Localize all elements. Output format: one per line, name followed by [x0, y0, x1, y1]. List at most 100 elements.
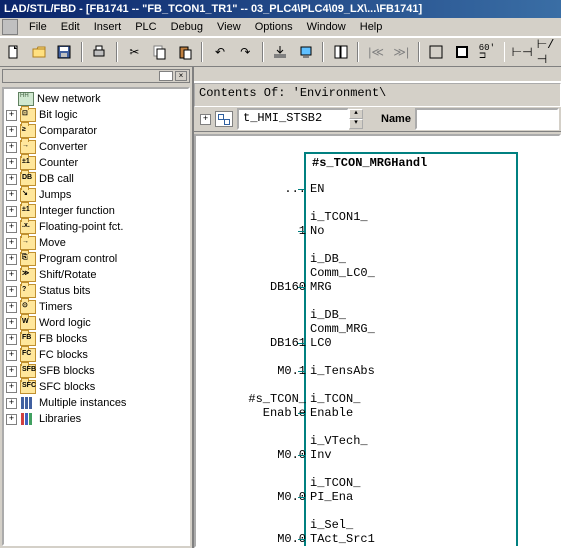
spin-down[interactable]: ▾ [349, 119, 363, 129]
fbd-canvas[interactable]: #s_TCON_MRGHandl ...EN1i_TCON1_NoDB160i_… [194, 134, 561, 548]
address-field[interactable]: t_HMI_STSB2 [237, 108, 349, 130]
tree-item[interactable]: +⊙Timers [4, 299, 188, 315]
menu-window[interactable]: Window [300, 18, 353, 36]
tb-goto-end-button[interactable]: ≫| [390, 40, 413, 64]
tb-open-button[interactable] [27, 40, 50, 64]
address-spinner[interactable]: ▴▾ [349, 109, 363, 129]
menu-insert[interactable]: Insert [87, 18, 129, 36]
contents-path: Contents Of: 'Environment\ [194, 83, 561, 107]
tree-item[interactable]: +Libraries [4, 411, 188, 427]
expand-icon[interactable]: + [6, 366, 17, 377]
expand-icon[interactable]: + [6, 142, 17, 153]
tree-new-network[interactable]: New network [4, 91, 188, 107]
tb-catalog-button[interactable] [329, 40, 352, 64]
tree-item[interactable]: +FCFC blocks [4, 347, 188, 363]
tb-save-button[interactable] [52, 40, 75, 64]
tb-lad-button[interactable] [425, 40, 448, 64]
expand-icon[interactable]: + [6, 382, 17, 393]
tb-monitor-button[interactable]: 60'⊐ [475, 40, 498, 64]
catalog-tree[interactable]: New network +⊡Bit logic+≥Comparator+→Con… [2, 87, 190, 546]
tb-online-button[interactable] [294, 40, 317, 64]
menu-help[interactable]: Help [353, 18, 390, 36]
tree-item[interactable]: +SFCSFC blocks [4, 379, 188, 395]
expand-icon[interactable]: + [6, 158, 17, 169]
expand-icon[interactable]: + [6, 110, 17, 121]
tree-label: Move [39, 237, 66, 249]
tree-label: SFC blocks [39, 381, 95, 393]
tree-item[interactable]: +FBFB blocks [4, 331, 188, 347]
tree-label: Shift/Rotate [39, 269, 96, 281]
tree-item[interactable]: +DBDB call [4, 171, 188, 187]
tree-item[interactable]: +.x.Floating-point fct. [4, 219, 188, 235]
menu-edit[interactable]: Edit [54, 18, 87, 36]
tree-item[interactable]: +?Status bits [4, 283, 188, 299]
tree-item[interactable]: +⊡Bit logic [4, 107, 188, 123]
window-titlebar: LAD/STL/FBD - [FB1741 -- "FB_TCON1_TR1" … [0, 0, 561, 18]
tb-copy-button[interactable] [148, 40, 171, 64]
tb-cut-button[interactable]: ✂ [123, 40, 146, 64]
pin-name: EN [310, 182, 324, 196]
pin-address: #s_TCON_Enable [206, 392, 308, 420]
expand-icon[interactable]: + [6, 126, 17, 137]
tree-item[interactable]: +±1Counter [4, 155, 188, 171]
expand-icon[interactable]: + [6, 238, 17, 249]
tree-item[interactable]: +→Converter [4, 139, 188, 155]
expand-button[interactable]: + [200, 114, 211, 125]
expand-icon[interactable]: + [6, 222, 17, 233]
expand-icon[interactable]: + [6, 254, 17, 265]
fb-block[interactable]: #s_TCON_MRGHandl ...EN1i_TCON1_NoDB160i_… [304, 152, 518, 548]
expand-icon[interactable]: + [6, 318, 17, 329]
struct-icon [215, 111, 233, 127]
panel-close-button[interactable]: × [175, 71, 187, 81]
libraries-icon [21, 413, 36, 425]
menu-debug[interactable]: Debug [164, 18, 210, 36]
tb-stl-button[interactable] [450, 40, 473, 64]
pin-address: ... [206, 182, 308, 196]
menu-options[interactable]: Options [248, 18, 300, 36]
tree-item[interactable]: +→Move [4, 235, 188, 251]
tb-print-button[interactable] [88, 40, 111, 64]
expand-icon[interactable]: + [6, 414, 17, 425]
tb-contact-nc-button[interactable]: ⊢/⊣ [536, 40, 559, 64]
expand-icon[interactable]: + [6, 190, 17, 201]
expand-icon[interactable]: + [6, 206, 17, 217]
expand-icon[interactable]: + [6, 286, 17, 297]
tree-item[interactable]: +WWord logic [4, 315, 188, 331]
tb-goto-start-button[interactable]: |≪ [364, 40, 387, 64]
folder-icon: W [20, 316, 36, 330]
tb-paste-button[interactable] [173, 40, 196, 64]
tree-item[interactable]: +SFBSFB blocks [4, 363, 188, 379]
pin-name: i_DB_Comm_MRG_LC0 [310, 308, 375, 350]
tree-label: Word logic [39, 317, 91, 329]
name-field[interactable] [415, 108, 559, 130]
mdi-control-icon[interactable] [2, 19, 18, 35]
tree-label: Program control [39, 253, 117, 265]
tree-item[interactable]: +≫Shift/Rotate [4, 267, 188, 283]
menu-plc[interactable]: PLC [128, 18, 163, 36]
tree-item[interactable]: +⎘Program control [4, 251, 188, 267]
tb-redo-button[interactable]: ↷ [234, 40, 257, 64]
pin-address: M0.0 [206, 448, 308, 462]
panel-tab-icon[interactable] [159, 71, 173, 81]
expand-icon[interactable]: + [6, 174, 17, 185]
tb-contact-no-button[interactable]: ⊢⊣ [510, 40, 533, 64]
tree-label: Integer function [39, 205, 115, 217]
spin-up[interactable]: ▴ [349, 109, 363, 119]
tree-label: Bit logic [39, 109, 78, 121]
tree-item[interactable]: +≥Comparator [4, 123, 188, 139]
menu-file[interactable]: File [22, 18, 54, 36]
folder-icon: → [20, 140, 36, 154]
tb-new-button[interactable] [2, 40, 25, 64]
expand-icon[interactable]: + [6, 334, 17, 345]
tb-undo-button[interactable]: ↶ [208, 40, 231, 64]
tree-item[interactable]: +±1Integer function [4, 203, 188, 219]
panel-header: × [2, 69, 190, 83]
tree-item[interactable]: +Multiple instances [4, 395, 188, 411]
expand-icon[interactable]: + [6, 398, 17, 409]
tb-download-button[interactable] [269, 40, 292, 64]
tree-item[interactable]: +↘Jumps [4, 187, 188, 203]
expand-icon[interactable]: + [6, 350, 17, 361]
expand-icon[interactable]: + [6, 302, 17, 313]
menu-view[interactable]: View [210, 18, 248, 36]
expand-icon[interactable]: + [6, 270, 17, 281]
